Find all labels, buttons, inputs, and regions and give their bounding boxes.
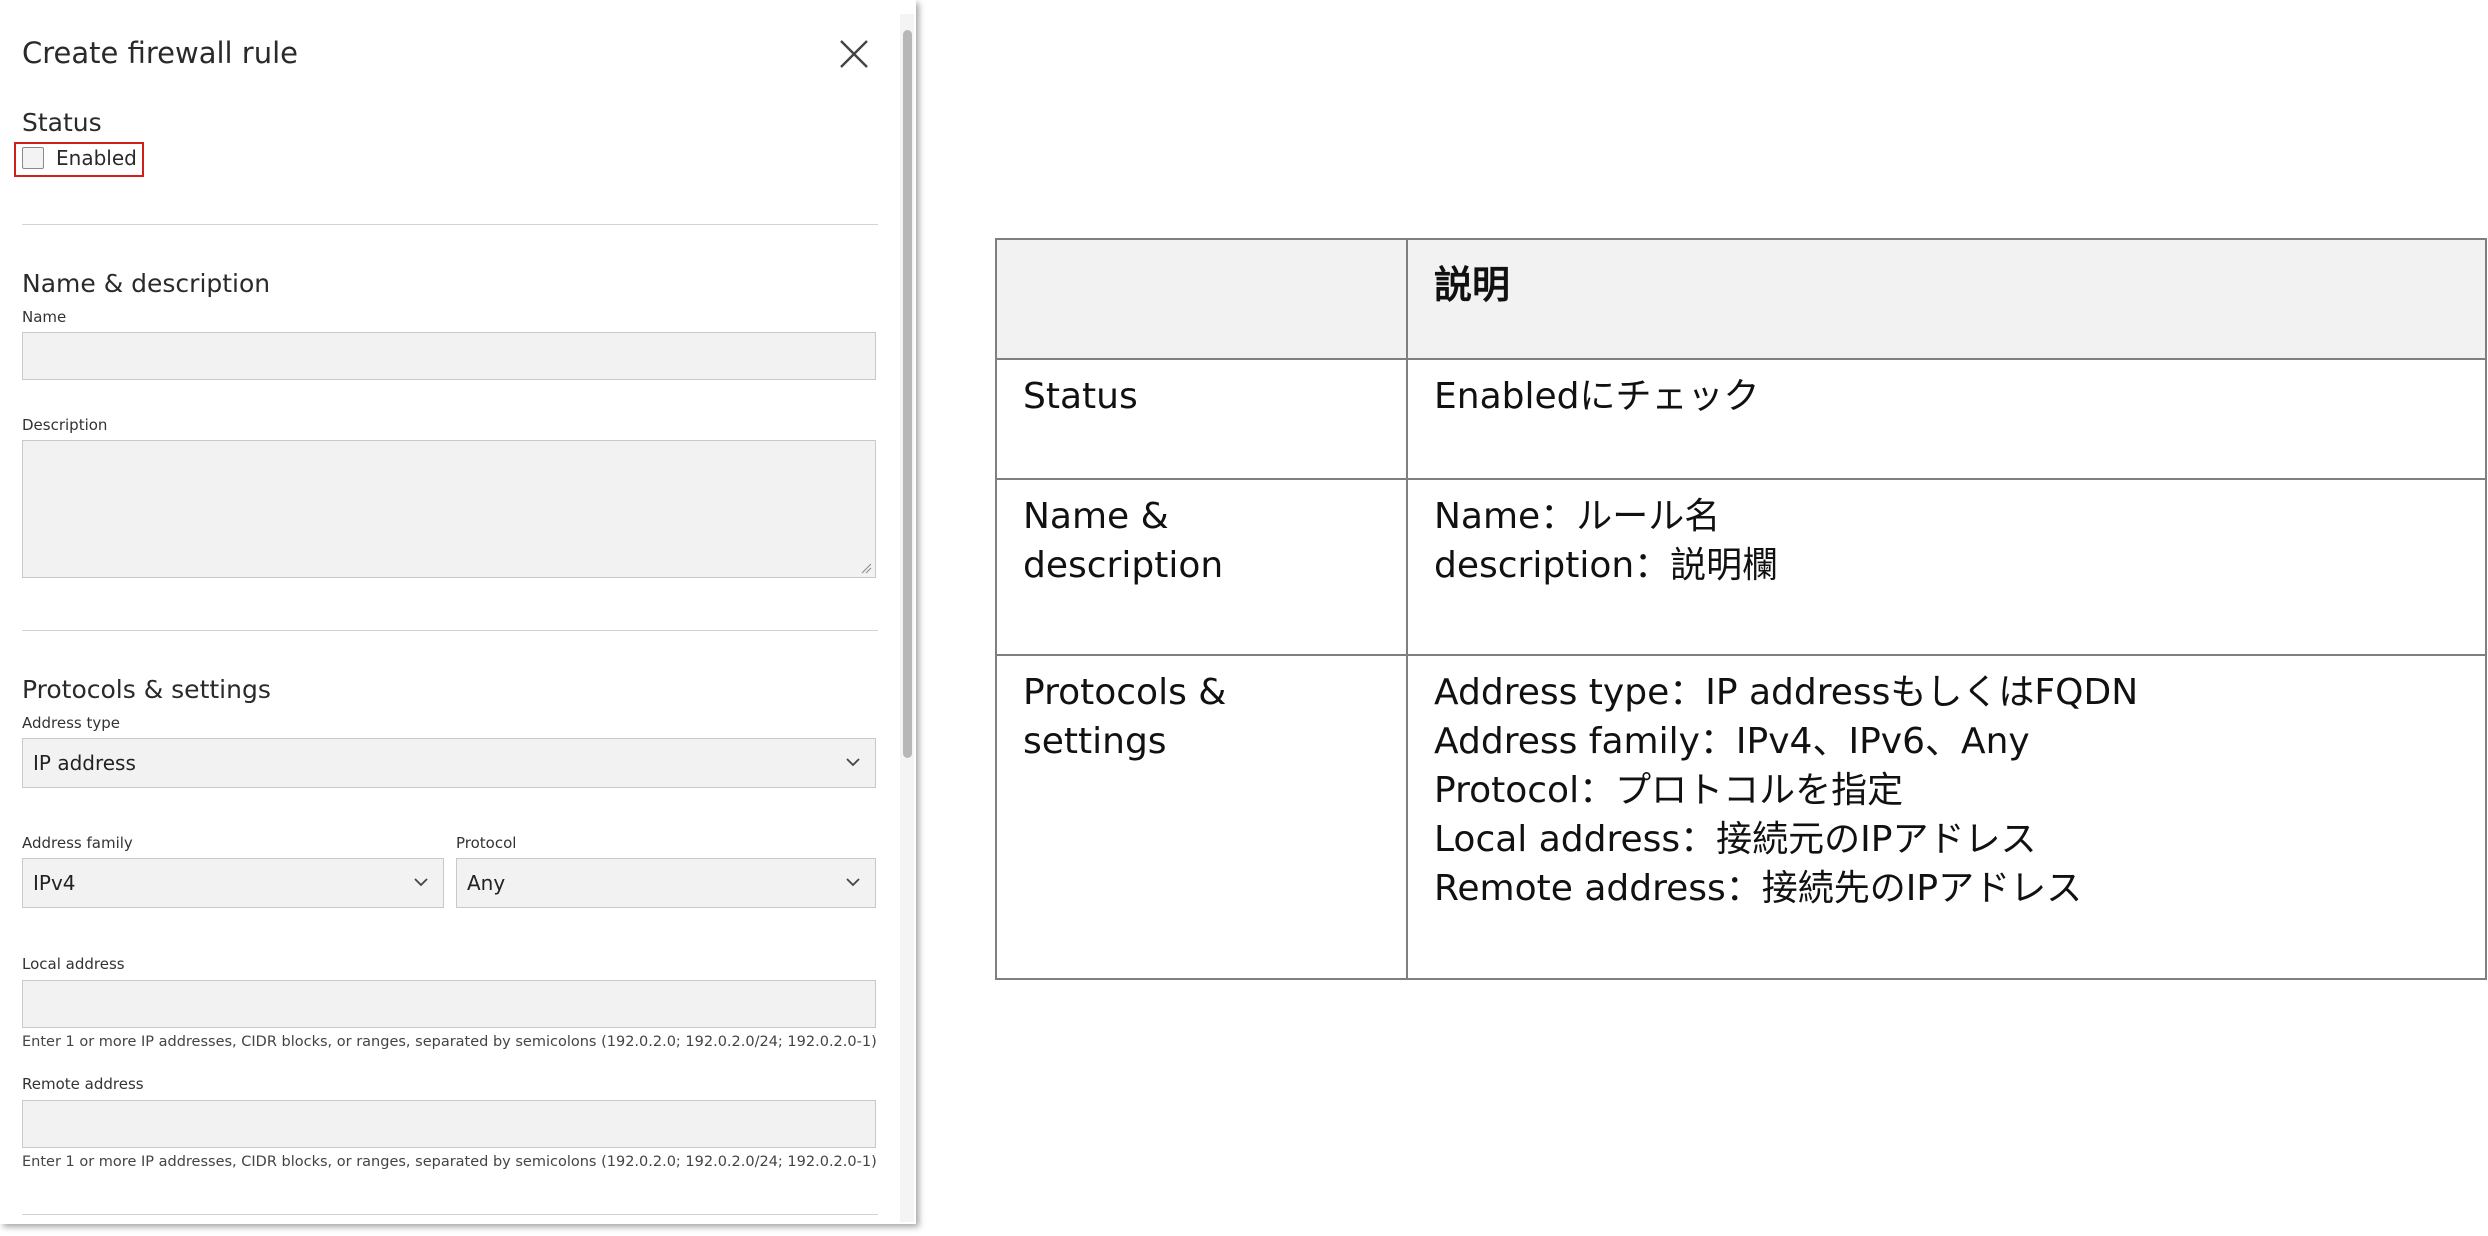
- dialog-title: Create firewall rule: [22, 36, 298, 70]
- name-input[interactable]: [22, 332, 876, 380]
- table-cell-label: Protocols & settings: [995, 654, 1408, 980]
- description-line: Protocol：プロトコルを指定: [1434, 770, 1904, 811]
- table-cell-label: Status: [995, 358, 1408, 480]
- description-line: Address family：IPv4、IPv6、Any: [1434, 721, 2030, 762]
- protocol-select[interactable]: Any: [456, 858, 876, 908]
- description-line: Name：ルール名: [1434, 496, 1721, 537]
- divider: [22, 1214, 878, 1215]
- explanation-table: 説明 Status Enabledにチェック Name & descriptio…: [995, 238, 2487, 980]
- table-header-row: 説明: [995, 238, 2487, 360]
- table-row: Protocols & settings Address type：IP add…: [995, 654, 2487, 980]
- local-address-label: Local address: [22, 955, 125, 973]
- remote-address-label: Remote address: [22, 1075, 144, 1093]
- table-cell-description: Address type：IP addressもしくはFQDN Address …: [1406, 654, 2487, 980]
- local-address-input[interactable]: [22, 980, 876, 1028]
- table-row: Status Enabledにチェック: [995, 358, 2487, 480]
- divider: [22, 630, 878, 631]
- address-family-select[interactable]: IPv4: [22, 858, 444, 908]
- address-type-value: IP address: [33, 751, 136, 775]
- status-section-title: Status: [22, 108, 102, 137]
- description-line: Local address：接続元のIPアドレス: [1434, 819, 2037, 860]
- description-line: description：説明欄: [1434, 545, 1779, 586]
- chevron-down-icon: [414, 878, 428, 887]
- enabled-label[interactable]: Enabled: [56, 146, 137, 170]
- create-firewall-rule-dialog: Create firewall rule Status Enabled Name…: [0, 0, 916, 1224]
- description-line: Address type：IP addressもしくはFQDN: [1434, 672, 2139, 713]
- description-label: Description: [22, 416, 108, 434]
- divider: [22, 224, 878, 225]
- table-cell-description: Name：ルール名 description：説明欄: [1406, 478, 2487, 656]
- address-type-label: Address type: [22, 714, 121, 732]
- description-line: Remote address：接続先のIPアドレス: [1434, 868, 2083, 909]
- local-address-helper: Enter 1 or more IP addresses, CIDR block…: [22, 1034, 877, 1050]
- remote-address-input[interactable]: [22, 1100, 876, 1148]
- description-textarea[interactable]: [22, 440, 876, 578]
- remote-address-helper: Enter 1 or more IP addresses, CIDR block…: [22, 1154, 877, 1170]
- address-type-select[interactable]: IP address: [22, 738, 876, 788]
- protocol-value: Any: [467, 871, 506, 895]
- table-header-cell: 説明: [1406, 238, 2487, 360]
- resize-grip-icon[interactable]: [860, 562, 872, 574]
- protocols-settings-section-title: Protocols & settings: [22, 675, 271, 704]
- table-cell-label: Name & description: [995, 478, 1408, 656]
- table-header-cell: [995, 238, 1408, 360]
- address-family-label: Address family: [22, 834, 133, 852]
- table-cell-description: Enabledにチェック: [1406, 358, 2487, 480]
- close-icon[interactable]: [836, 36, 872, 72]
- name-description-section-title: Name & description: [22, 269, 271, 298]
- enabled-checkbox[interactable]: [22, 147, 44, 169]
- address-family-value: IPv4: [33, 871, 76, 895]
- scrollbar-thumb[interactable]: [903, 30, 912, 758]
- protocol-label: Protocol: [456, 834, 517, 852]
- chevron-down-icon: [846, 758, 860, 767]
- description-line: Enabledにチェック: [1434, 376, 1760, 417]
- chevron-down-icon: [846, 878, 860, 887]
- name-label: Name: [22, 308, 67, 326]
- table-row: Name & description Name：ルール名 description…: [995, 478, 2487, 656]
